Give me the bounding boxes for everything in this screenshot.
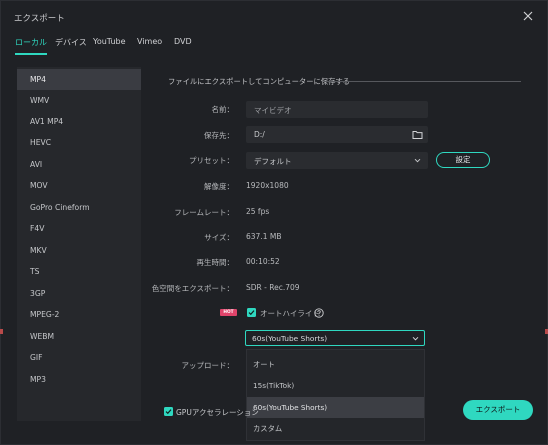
chevron-down-icon [412,336,419,341]
format-item-mkv[interactable]: MKV [17,240,141,261]
save-to-value: D:/ [254,130,265,139]
format-list: MP4 WMV AV1 MP4 HEVC AVI MOV GoPro Cinef… [17,67,141,421]
format-item-mp4[interactable]: MP4 [17,69,141,90]
tab-local[interactable]: ローカル [15,37,47,57]
format-item-gopro-cineform[interactable]: GoPro Cineform [17,197,141,218]
save-to-label: 保存先： [204,131,234,140]
dialog-title: エクスポート [14,14,65,24]
format-item-mov[interactable]: MOV [17,175,141,196]
format-item-f4v[interactable]: F4V [17,218,141,239]
format-item-gif[interactable]: GIF [17,347,141,368]
section-title: ファイルにエクスポートしてコンピューターに保存する [168,77,350,86]
duration-label: 再生時間： [196,258,235,267]
save-to-field[interactable]: D:/ [246,126,428,143]
checkmark-icon [248,310,255,316]
preset-dropdown[interactable]: デフォルト [246,152,428,169]
framerate-label: フレームレート： [174,208,234,217]
close-icon[interactable] [521,9,535,23]
highlight-duration-value: 60s(YouTube Shorts) [252,334,328,343]
format-item-mp3[interactable]: MP3 [17,369,141,390]
tab-device[interactable]: デバイス [55,37,87,57]
checkmark-icon [165,409,172,415]
resolution-label: 解像度： [204,182,234,191]
name-value: マイビデオ [254,106,292,115]
gpu-checkbox[interactable] [164,407,173,416]
dropdown-option-custom[interactable]: カスタム [247,418,424,439]
highlight-duration-dropdown[interactable]: 60s(YouTube Shorts) [245,330,425,346]
help-icon[interactable] [314,308,324,318]
export-dialog: エクスポート ローカル デバイス YouTube Vimeo DVD MP4 W… [0,0,548,445]
tab-youtube[interactable]: YouTube [93,37,126,57]
name-field[interactable]: マイビデオ [246,101,428,118]
title-bar: エクスポート [1,1,547,33]
chevron-down-icon [414,158,421,163]
format-item-mpeg2[interactable]: MPEG-2 [17,304,141,325]
tab-dvd[interactable]: DVD [174,37,192,57]
auto-highlight-label: オートハイライト [260,309,320,318]
hot-badge: HOT [220,309,237,316]
duration-value: 00:10:52 [246,257,280,266]
size-label: サイズ： [204,233,234,242]
section-divider [324,81,521,82]
resolution-value: 1920x1080 [246,181,289,190]
colorspace-label: 色空間をエクスポート： [151,284,234,293]
framerate-value: 25 fps [246,207,270,216]
dropdown-option-60s-youtube-shorts[interactable]: 60s(YouTube Shorts) [247,397,424,418]
folder-icon[interactable] [412,129,423,140]
format-item-ts[interactable]: TS [17,261,141,282]
format-item-avi[interactable]: AVI [17,154,141,175]
preset-label: プリセット： [189,156,234,165]
name-label: 名前： [211,105,235,114]
settings-button[interactable]: 設定 [436,152,490,168]
format-item-3gp[interactable]: 3GP [17,283,141,304]
highlight-duration-menu: オート 15s(TikTok) 60s(YouTube Shorts) カスタム [246,349,425,441]
format-item-av1-mp4[interactable]: AV1 MP4 [17,111,141,132]
format-item-webm[interactable]: WEBM [17,326,141,347]
format-item-wmv[interactable]: WMV [17,90,141,111]
auto-highlight-checkbox[interactable] [247,308,256,317]
dropdown-option-15s-tiktok[interactable]: 15s(TikTok) [247,375,424,396]
tab-vimeo[interactable]: Vimeo [137,37,162,57]
format-item-hevc[interactable]: HEVC [17,132,141,153]
upload-label: アップロード： [181,361,235,370]
export-button[interactable]: エクスポート [463,400,533,420]
gpu-acceleration-label: GPUアクセラレーション [176,408,259,417]
edge-marker-left [0,329,3,334]
preset-value: デフォルト [254,157,292,166]
size-value: 637.1 MB [246,232,282,241]
dropdown-option-auto[interactable]: オート [247,354,424,375]
colorspace-value: SDR - Rec.709 [246,283,300,292]
